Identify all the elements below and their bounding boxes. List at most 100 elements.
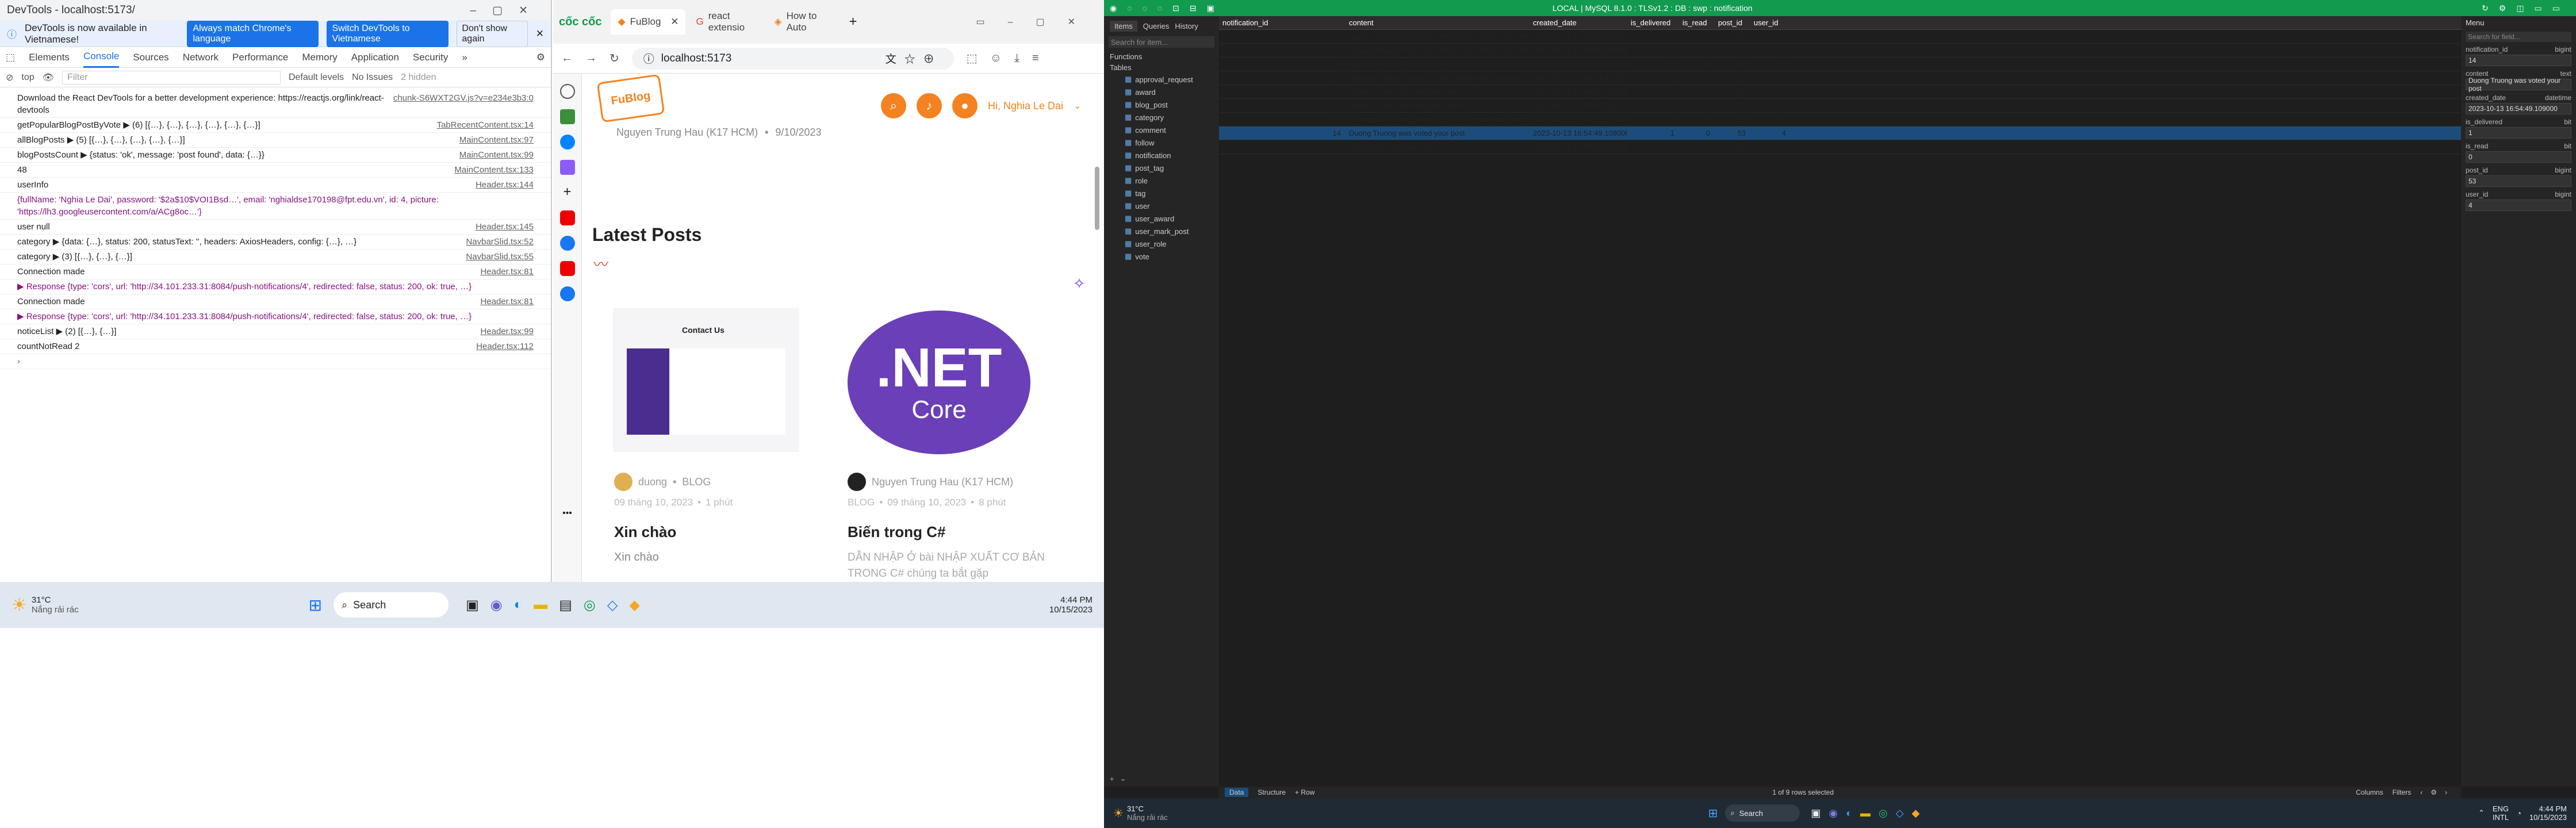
table-item[interactable]: ▦ user — [1104, 200, 1219, 212]
windows-start-icon[interactable]: ⊞ — [1708, 806, 1718, 821]
url-input[interactable]: ⓘ localhost:5173 文☆⊕ — [631, 47, 954, 70]
column-header[interactable]: created_date — [1529, 18, 1627, 27]
console-line[interactable]: ▶ Response {type: 'cors', url: 'http://3… — [0, 279, 551, 294]
vscode-icon[interactable]: ◇ — [1896, 807, 1904, 819]
table-cell[interactable]: 0 — [1679, 87, 1715, 96]
table-cell[interactable]: Nguyen Truong Thinh (K17 HCM) was voted … — [1346, 46, 1529, 55]
tray-chevron-icon[interactable]: ⌃ — [2478, 808, 2485, 818]
field-value-input[interactable]: 0 — [2466, 151, 2571, 163]
table-row[interactable]: 10 Nguyen Truong Thinh (K17 HCM)was voted… — [1219, 71, 2461, 85]
table-cell[interactable]: 1 — [1627, 32, 1679, 41]
forward-icon[interactable]: → — [585, 52, 597, 65]
table-item[interactable]: ▦ notification — [1104, 149, 1219, 162]
post-image[interactable]: Contact Us — [613, 308, 799, 452]
column-header[interactable]: user_id — [1750, 18, 1791, 27]
issues-badge[interactable]: No Issues — [352, 72, 393, 83]
folder-icon[interactable]: ▬ — [534, 597, 547, 613]
table-item[interactable]: ▦ blog_post — [1104, 98, 1219, 111]
tab-memory[interactable]: Memory — [302, 52, 337, 63]
menu-icon[interactable]: ≡ — [1032, 52, 1039, 65]
clock[interactable]: 4:44 PM 10/15/2023 — [1049, 595, 1092, 615]
table-item[interactable]: ▦ comment — [1104, 124, 1219, 136]
field-value-input[interactable]: 53 — [2466, 175, 2571, 187]
search-box[interactable]: ⌕ Search — [334, 592, 449, 618]
table-item[interactable]: ▦ tag — [1104, 187, 1219, 200]
edge-icon[interactable]: ◐ — [514, 597, 523, 613]
table-cell[interactable]: 4 — [1750, 129, 1791, 137]
table-cell[interactable]: duong was voted your post — [1346, 143, 1529, 151]
windows-start-icon[interactable]: ⊞ — [309, 596, 322, 615]
edge-icon[interactable]: ◐ — [1846, 807, 1852, 819]
tab-items[interactable]: Items — [1110, 21, 1137, 32]
post-image[interactable]: .NET Core — [848, 310, 1030, 454]
console-source-link[interactable]: TabRecentContent.tsx:14 — [437, 119, 534, 131]
more-tabs-icon[interactable]: » — [462, 52, 467, 63]
avatar[interactable]: ● — [952, 93, 977, 118]
table-cell[interactable]: 0 — [1679, 60, 1715, 68]
field-value-input[interactable]: 1 — [2466, 127, 2571, 139]
console-prompt[interactable]: › — [0, 354, 551, 369]
table-row[interactable]: 15 duong was voted your post 2023-10-13 16… — [1219, 140, 2461, 154]
table-cell[interactable]: 0 — [1679, 115, 1715, 124]
table-cell[interactable]: Truong Dinh Dong Duong (K17 HCM) was vot… — [1346, 115, 1529, 124]
clock[interactable]: 4:44 PM 10/15/2023 — [2529, 804, 2567, 822]
console-line[interactable]: user null Header.tsx:145 — [0, 220, 551, 235]
app-icon[interactable] — [559, 109, 575, 124]
table-item[interactable]: ▦ role — [1104, 174, 1219, 187]
chevron-down-icon[interactable]: ⌄ — [1120, 774, 1126, 783]
app-icon[interactable] — [559, 160, 575, 175]
console-line[interactable]: getPopularBlogPostByVote ▶ (6) [{…}, {…}… — [0, 118, 551, 133]
field-value-input[interactable]: 2023-10-13 16:54:49.109000 — [2466, 103, 2571, 114]
close-icon[interactable]: ✕ — [536, 28, 544, 40]
switch-language-button[interactable]: Switch DevTools to Vietnamese — [326, 20, 449, 47]
table-cell[interactable]: 2 — [1750, 46, 1791, 55]
page-scrollbar[interactable] — [1095, 167, 1099, 230]
table-cell[interactable]: 53 — [1715, 115, 1750, 124]
table-cell[interactable]: 53 — [1715, 143, 1750, 151]
table-cell[interactable]: 4 — [1750, 143, 1791, 151]
folder-icon[interactable]: ▬ — [1860, 807, 1870, 819]
site-logo[interactable]: FuBlog — [596, 74, 665, 123]
table-cell[interactable]: 10 — [1715, 60, 1750, 68]
tab-how-to[interactable]: ◈ How to Auto — [767, 9, 842, 34]
author-name[interactable]: Nguyen Trung Hau (K17 HCM) — [872, 476, 1013, 488]
clear-console-icon[interactable]: ⊘ — [6, 72, 13, 83]
table-cell[interactable]: 53 — [1715, 74, 1750, 82]
table-item[interactable]: ▦ award — [1104, 86, 1219, 98]
pagination[interactable]: ‹⚙› — [2420, 788, 2455, 796]
console-line[interactable]: category ▶ {data: {…}, status: 200, stat… — [0, 235, 551, 250]
table-cell[interactable]: 1 — [1627, 60, 1679, 68]
console-source-link[interactable]: Header.tsx:145 — [476, 221, 534, 233]
table-cell[interactable]: 1 — [1627, 101, 1679, 110]
browser-brand[interactable]: cốc cốc — [559, 16, 601, 29]
console-line[interactable]: category ▶ (3) [{…}, {…}, {…}] NavbarSlid… — [0, 250, 551, 264]
reload-icon[interactable]: ↻ — [610, 51, 619, 66]
table-cell[interactable]: 1 — [1627, 129, 1679, 137]
add-icon[interactable]: + — [1110, 775, 1114, 783]
table-item[interactable]: ▦ user_award — [1104, 212, 1219, 225]
network-icon[interactable]: ◔ — [2517, 809, 2521, 818]
table-cell[interactable]: 13 — [1219, 115, 1346, 124]
chevron-down-icon[interactable]: ⌄ — [1074, 100, 1081, 112]
console-source-link[interactable]: Header.tsx:99 — [480, 325, 534, 338]
tab-security[interactable]: Security — [413, 52, 448, 63]
gear-icon[interactable]: ⚙ — [536, 52, 545, 63]
table-cell[interactable]: Nghia Le Dai was voted your post — [1346, 87, 1529, 96]
post-title[interactable]: Xin chào — [614, 523, 676, 541]
table-cell[interactable]: 1 — [1627, 87, 1679, 96]
console-line[interactable]: userInfo Header.tsx:144 — [0, 178, 551, 193]
more-icon[interactable]: ••• — [560, 508, 575, 523]
eye-icon[interactable]: 👁 — [43, 72, 54, 83]
table-cell[interactable]: 15 — [1219, 143, 1346, 151]
console-line[interactable]: Download the React DevTools for a better… — [0, 91, 551, 118]
column-header[interactable]: post_id — [1715, 18, 1750, 27]
table-cell[interactable]: 6 — [1750, 87, 1791, 96]
layout-icons[interactable]: ↻⚙◫▭▭ — [2482, 3, 2570, 13]
table-row[interactable]: 13 Truong Dinh Dong Duong (K17 HCM) was v… — [1219, 113, 2461, 126]
table-cell[interactable]: 0 — [1679, 101, 1715, 110]
sparkle-icon[interactable]: ✧ — [1073, 275, 1086, 293]
tab-network[interactable]: Network — [183, 52, 218, 63]
table-cell[interactable]: Nguyen Truong Thinh (K17 HCM) was voted … — [1346, 32, 1529, 41]
table-cell[interactable]: 0 — [1679, 32, 1715, 41]
download-icon[interactable]: ⤓ — [1014, 52, 1019, 65]
